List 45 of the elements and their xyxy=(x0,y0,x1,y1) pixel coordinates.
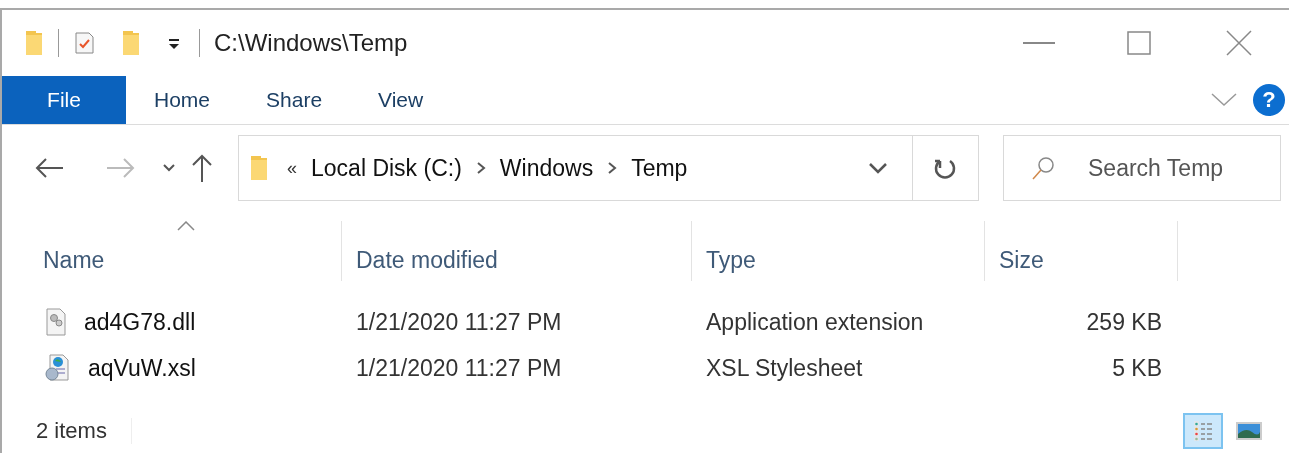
table-cell-text: Application extension xyxy=(705,308,925,336)
column-header[interactable]: Date modified xyxy=(342,221,692,281)
stylesheet-file-icon xyxy=(44,353,72,383)
folder-icon xyxy=(24,29,44,57)
window-title: C:\Windows\Temp xyxy=(214,29,408,57)
search-icon xyxy=(1031,156,1055,180)
ribbon-tab[interactable]: Share xyxy=(238,76,351,124)
settings-file-icon xyxy=(44,308,68,336)
chevron-icon xyxy=(475,162,486,174)
folder-icon xyxy=(249,154,269,182)
ribbon-tab[interactable]: File xyxy=(2,76,126,124)
maximize-icon xyxy=(1127,31,1151,55)
column-header[interactable]: Size xyxy=(985,221,1178,281)
chevron-down-icon xyxy=(868,162,888,174)
minimize-icon xyxy=(1023,41,1055,45)
file-name[interactable]: aqVuW.xsl xyxy=(88,354,196,382)
table-cell-text: 5 KB xyxy=(1111,354,1163,382)
column-header[interactable]: Name xyxy=(2,221,342,281)
chevron-icon xyxy=(607,162,618,174)
address-bar[interactable]: « Local Disk (C:) Windows Temp xyxy=(238,135,979,201)
file-name[interactable]: ad4G78.dll xyxy=(84,308,196,336)
breadcrumb[interactable]: Local Disk (C:) xyxy=(311,154,462,182)
new-folder-icon xyxy=(121,29,141,57)
table-cell-text: 1/21/2020 11:27 PM xyxy=(355,308,563,336)
ribbon-tab[interactable]: Home xyxy=(126,76,239,124)
column-header[interactable]: Type xyxy=(692,221,985,281)
chevron-down-icon xyxy=(1211,92,1237,108)
details-view-icon xyxy=(1191,419,1215,443)
properties-icon xyxy=(73,31,97,55)
breadcrumb[interactable]: Windows xyxy=(499,154,594,182)
forward-arrow-icon xyxy=(106,157,136,179)
overflow-crumb[interactable]: « xyxy=(287,157,297,179)
table-cell-text: XSL Stylesheet xyxy=(705,354,864,382)
chevron-down-icon xyxy=(162,163,176,173)
back-arrow-icon xyxy=(34,157,64,179)
help-button[interactable]: ? xyxy=(1253,84,1285,116)
search-field[interactable]: Search Temp xyxy=(1003,135,1281,201)
breadcrumb[interactable]: Temp xyxy=(631,154,688,182)
table-cell-text: 1/21/2020 11:27 PM xyxy=(355,354,563,382)
item-count: 2 items xyxy=(36,418,107,444)
up-arrow-icon xyxy=(190,153,214,183)
close-icon xyxy=(1226,30,1252,56)
view-toggle-button[interactable] xyxy=(1183,413,1223,449)
table-cell-text: 259 KB xyxy=(1085,308,1163,336)
ribbon-tab[interactable]: View xyxy=(350,76,452,124)
